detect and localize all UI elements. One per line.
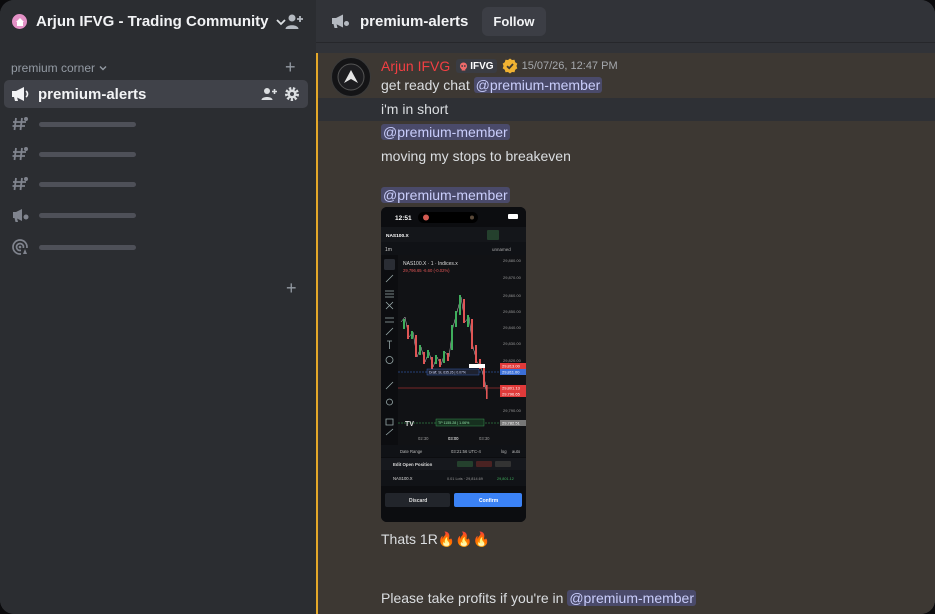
price-tick: 29,870.00 [503,275,522,280]
chat-pane: premium-alerts Follow Arjun IFVG IFVG 15… [316,0,935,614]
image-attachment[interactable]: 12:51 NAS100.X 1m unnamed NAS100.X · 1 ·… [381,207,526,522]
channel-name-placeholder [39,181,136,187]
fire-emoji[interactable]: 🔥🔥🔥 [438,531,490,547]
author-name[interactable]: Arjun IFVG [381,58,450,74]
confirm-button: Confirm [479,498,499,504]
time-tick: 03:30 [479,436,490,441]
message-timestamp: 15/07/26, 12:47 PM [521,60,618,72]
highlighted-message[interactable]: Arjun IFVG IFVG 15/07/26, 12:47 PM get r… [316,53,935,614]
time-tick: 02:30 [418,436,429,441]
tp-label: TP 1155.28 | 1.06% [438,421,470,425]
status-time: 12:51 [395,215,412,222]
position-symbol: NAS100.X [393,476,413,481]
message-line: get ready chat @premium-member [381,77,603,93]
sidebar-item-placeholder[interactable] [11,174,211,194]
text-channel-icon [12,117,28,131]
gear-icon[interactable] [284,86,300,102]
date-range-label: Date Range [400,449,423,454]
price-tick: 29,790.00 [503,408,522,413]
log-label: log [501,449,507,454]
announcement-icon [332,14,349,28]
draft-label: Draft: SL 635.26 | 0.07% [429,371,466,375]
message-text: Thats 1R [381,531,438,547]
price-tick: 29,782.51 [502,421,521,426]
channel-name-placeholder [39,121,136,127]
price-tick: 29,880.00 [503,258,522,263]
sidebar-item-placeholder[interactable] [11,144,211,164]
announcement-icon [13,209,29,222]
server-tag-text: IFVG [470,60,494,72]
time-tick: 03:00 [448,436,459,441]
discard-button: Discard [409,498,427,504]
message-header: Arjun IFVG IFVG 15/07/26, 12:47 PM [381,58,618,74]
announcement-icon [12,87,29,101]
server-name: Arjun IFVG - Trading Community [36,13,269,30]
channel-title: premium-alerts [360,12,469,30]
create-channel-icon[interactable]: + [285,58,296,76]
edit-open-position-label: Edit Open Position [393,462,433,467]
message-line: Please take profits if you're in @premiu… [381,590,697,606]
message-line: Thats 1R🔥🔥🔥 [381,531,490,548]
svg-text:TV: TV [405,421,414,428]
role-mention[interactable]: @premium-member [381,124,510,140]
follow-button[interactable]: Follow [482,6,546,36]
message-line: i'm in short [381,101,448,117]
text-channel-icon [12,147,28,161]
channel-sidebar: Arjun IFVG - Trading Community premium c… [0,0,316,614]
layout-name: unnamed [492,247,511,252]
position-pl: 29,801.12 [497,477,514,481]
text-channel-icon [12,177,28,191]
role-mention[interactable]: @premium-member [567,590,697,606]
server-home-icon [12,14,27,29]
sidebar-item-placeholder[interactable] [11,237,211,257]
channel-name-placeholder [39,151,136,157]
message-line: @premium-member [381,187,510,203]
server-header[interactable]: Arjun IFVG - Trading Community [0,0,316,43]
chevron-down-icon [99,66,107,71]
price-tick: 29,860.00 [503,293,522,298]
auto-label: auto [512,449,521,454]
sidebar-item-premium-alerts[interactable]: premium-alerts [4,80,308,108]
price-tick: 29,801.13 [502,386,521,391]
message-text: moving my stops to breakeven [381,148,571,164]
sidebar-item-placeholder[interactable] [11,205,211,225]
price-tick: 29,813.00 [502,364,521,369]
channel-header: premium-alerts Follow [316,0,935,43]
price-tick: 29,830.00 [503,341,522,346]
interval-label: 1m [385,247,392,253]
price-tick: 29,811.00 [502,370,520,375]
message-line: @premium-member [381,124,510,140]
message-text: Please take profits if you're in [381,590,568,606]
channel-name-placeholder [39,244,136,250]
invite-icon[interactable] [261,86,278,102]
message-text: i'm in short [381,101,449,117]
discord-window: Arjun IFVG - Trading Community premium c… [0,0,935,614]
avatar[interactable] [331,57,371,97]
role-mention[interactable]: @premium-member [473,77,603,93]
category-premium-corner[interactable]: premium corner [11,61,107,75]
add-icon[interactable]: + [286,278,297,299]
verified-badge-icon[interactable] [502,58,518,74]
sidebar-item-label: premium-alerts [38,85,147,103]
price-tick: 29,840.00 [503,325,522,330]
position-detail: 0.01 Lots · 29,814.69 [447,477,483,481]
logo-icon [337,63,365,91]
symbol-label: NAS100.X [386,233,409,239]
price-tick: 29,820.00 [503,358,522,363]
category-label: premium corner [11,61,96,75]
channel-name-placeholder [39,212,136,218]
chart-ohlc: 29,796.65 -6.60 (-0.02%) [403,268,450,273]
server-tag-badge[interactable]: IFVG [456,59,497,73]
skull-icon [460,61,468,71]
message-text: get ready chat [381,77,474,93]
message-line: moving my stops to breakeven [381,148,571,164]
sidebar-item-placeholder[interactable] [11,114,211,134]
add-member-icon[interactable] [284,12,304,32]
clock-label: 03:21:56 UTC-4 [451,449,481,454]
stage-channel-icon [12,239,28,255]
price-tick: 29,850.00 [503,309,522,314]
chart-title: NAS100.X · 1 · Indices.x [403,261,458,267]
price-tick: 29,796.65 [502,392,521,397]
role-mention[interactable]: @premium-member [381,187,510,203]
